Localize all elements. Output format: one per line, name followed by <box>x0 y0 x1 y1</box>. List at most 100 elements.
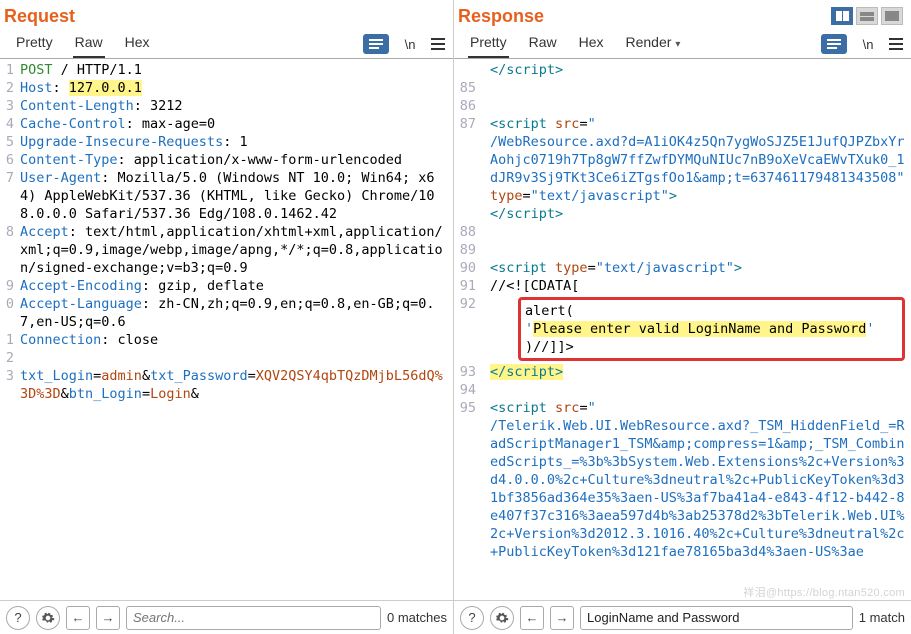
line-number: 1 <box>2 331 20 349</box>
code-line[interactable]: 93</script> <box>456 363 905 381</box>
request-tabs: Pretty Raw Hex <box>6 30 152 58</box>
code-line[interactable]: 7User-Agent: Mozilla/5.0 (Windows NT 10.… <box>2 169 447 223</box>
request-tabs-row: Pretty Raw Hex \n <box>0 30 453 59</box>
layout-single-icon[interactable] <box>881 7 903 25</box>
code-line[interactable]: 94 <box>456 381 905 399</box>
response-body[interactable]: </script>85 86 87<script src="/WebResour… <box>454 59 911 600</box>
code-line[interactable]: 89 <box>456 241 905 259</box>
tab-pretty[interactable]: Pretty <box>468 30 509 58</box>
line-number: 2 <box>2 79 20 97</box>
help-button[interactable]: ? <box>6 606 30 630</box>
response-footer: ? ← → 1 match <box>454 600 911 634</box>
layout-split-horizontal-icon[interactable] <box>856 7 878 25</box>
code-line[interactable]: </script> <box>456 61 905 79</box>
menu-icon[interactable] <box>889 38 903 50</box>
code-line[interactable]: 1POST / HTTP/1.1 <box>2 61 447 79</box>
response-tabs-row: Pretty Raw Hex Render▾ \n <box>454 30 911 59</box>
code-line[interactable]: 6Content-Type: application/x-www-form-ur… <box>2 151 447 169</box>
layout-split-vertical-icon[interactable] <box>831 7 853 25</box>
code-line[interactable]: 0Accept-Language: zh-CN,zh;q=0.9,en;q=0.… <box>2 295 447 331</box>
line-number <box>456 61 482 79</box>
code-line[interactable]: 9Accept-Encoding: gzip, deflate <box>2 277 447 295</box>
tab-pretty[interactable]: Pretty <box>14 30 55 58</box>
code-line[interactable]: 5Upgrade-Insecure-Requests: 1 <box>2 133 447 151</box>
response-panel: Response Pretty Raw Hex Render▾ \n <box>454 0 911 634</box>
line-content: <script type="text/javascript"> <box>482 259 905 277</box>
line-content: Accept-Encoding: gzip, deflate <box>20 277 447 295</box>
line-content: </script> <box>482 61 905 79</box>
line-content: </script> <box>482 363 905 381</box>
request-body[interactable]: 1POST / HTTP/1.12Host: 127.0.0.13Content… <box>0 59 453 600</box>
line-number: 90 <box>456 259 482 277</box>
settings-button[interactable] <box>490 606 514 630</box>
next-button[interactable]: → <box>96 606 120 630</box>
line-number: 92 <box>456 295 482 363</box>
prev-button[interactable]: ← <box>66 606 90 630</box>
tab-render[interactable]: Render▾ <box>624 30 683 58</box>
line-number: 94 <box>456 381 482 399</box>
code-line[interactable]: 87<script src="/WebResource.axd?d=A1iOK4… <box>456 115 905 223</box>
code-line[interactable]: 91//<![CDATA[ <box>456 277 905 295</box>
code-line[interactable]: 8Accept: text/html,application/xhtml+xml… <box>2 223 447 277</box>
line-number: 9 <box>2 277 20 295</box>
help-button[interactable]: ? <box>460 606 484 630</box>
next-button[interactable]: → <box>550 606 574 630</box>
actions-button[interactable] <box>363 34 389 54</box>
line-content <box>482 97 905 115</box>
line-content: Accept-Language: zh-CN,zh;q=0.9,en;q=0.8… <box>20 295 447 331</box>
line-content: //<![CDATA[ <box>482 277 905 295</box>
code-line[interactable]: 4Cache-Control: max-age=0 <box>2 115 447 133</box>
request-panel: Request Pretty Raw Hex \n 1POST / HTTP/1… <box>0 0 454 634</box>
tab-raw[interactable]: Raw <box>73 30 105 58</box>
code-line[interactable]: 2 <box>2 349 447 367</box>
actions-button[interactable] <box>821 34 847 54</box>
code-line[interactable]: 3Content-Length: 3212 <box>2 97 447 115</box>
tab-hex[interactable]: Hex <box>577 30 606 58</box>
line-content: Cache-Control: max-age=0 <box>20 115 447 133</box>
wrap-toggle[interactable]: \n <box>399 34 421 54</box>
line-number: 89 <box>456 241 482 259</box>
line-content <box>482 79 905 97</box>
match-count: 1 match <box>859 610 905 625</box>
search-input[interactable] <box>126 606 381 630</box>
wrap-toggle[interactable]: \n <box>857 34 879 54</box>
line-number: 88 <box>456 223 482 241</box>
line-content: alert('Please enter valid LoginName and … <box>482 295 905 363</box>
line-number: 8 <box>2 223 20 277</box>
settings-button[interactable] <box>36 606 60 630</box>
response-title: Response <box>458 6 544 27</box>
line-content: txt_Login=admin&txt_Password=XQV2QSY4qbT… <box>20 367 447 403</box>
code-line[interactable]: 86 <box>456 97 905 115</box>
line-number: 85 <box>456 79 482 97</box>
menu-icon[interactable] <box>431 38 445 50</box>
line-number: 87 <box>456 115 482 223</box>
line-content: Content-Type: application/x-www-form-url… <box>20 151 447 169</box>
prev-button[interactable]: ← <box>520 606 544 630</box>
search-input[interactable] <box>580 606 853 630</box>
chevron-down-icon: ▾ <box>675 39 680 50</box>
tab-render-label: Render <box>626 34 672 50</box>
alert-highlight-box: alert('Please enter valid LoginName and … <box>518 297 905 361</box>
code-line[interactable]: 85 <box>456 79 905 97</box>
line-content: Host: 127.0.0.1 <box>20 79 447 97</box>
line-number: 86 <box>456 97 482 115</box>
request-header: Request <box>0 0 453 30</box>
code-line[interactable]: 1Connection: close <box>2 331 447 349</box>
tab-hex[interactable]: Hex <box>123 30 152 58</box>
code-line[interactable]: 88 <box>456 223 905 241</box>
line-content: Upgrade-Insecure-Requests: 1 <box>20 133 447 151</box>
line-content: <script src="/Telerik.Web.UI.WebResource… <box>482 399 905 561</box>
line-content: Connection: close <box>20 331 447 349</box>
line-content <box>482 241 905 259</box>
line-number: 6 <box>2 151 20 169</box>
line-content <box>482 223 905 241</box>
code-line[interactable]: 90<script type="text/javascript"> <box>456 259 905 277</box>
code-line[interactable]: 3txt_Login=admin&txt_Password=XQV2QSY4qb… <box>2 367 447 403</box>
code-line[interactable]: 95<script src="/Telerik.Web.UI.WebResour… <box>456 399 905 561</box>
code-line[interactable]: 2Host: 127.0.0.1 <box>2 79 447 97</box>
line-content: Content-Length: 3212 <box>20 97 447 115</box>
alert-highlight-line[interactable]: 92 alert('Please enter valid LoginName an… <box>456 295 905 363</box>
tab-raw[interactable]: Raw <box>527 30 559 58</box>
line-number: 91 <box>456 277 482 295</box>
line-content: <script src="/WebResource.axd?d=A1iOK4z5… <box>482 115 905 223</box>
